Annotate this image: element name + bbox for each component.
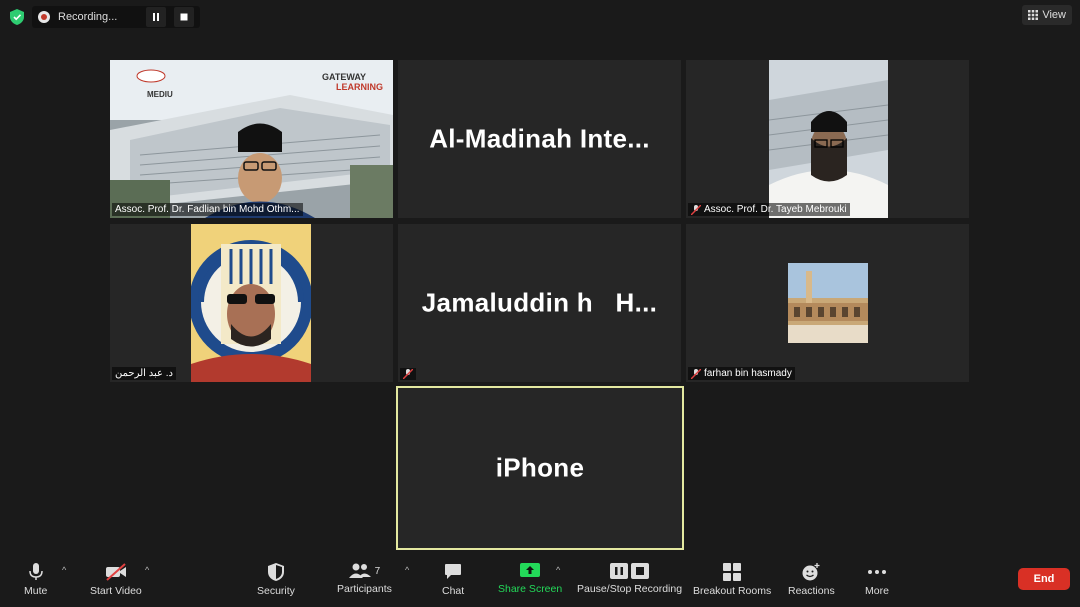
more-button[interactable]: More bbox=[865, 563, 889, 597]
participant-name: farhan bin hasmady bbox=[688, 367, 795, 380]
recording-label: Recording... bbox=[58, 11, 118, 23]
pause-icon bbox=[153, 13, 159, 21]
participant-name: Assoc. Prof. Dr. Tayeb Mebrouki bbox=[688, 203, 850, 216]
breakout-rooms-button[interactable]: Breakout Rooms bbox=[693, 563, 771, 597]
audio-options-caret[interactable]: ^ bbox=[62, 565, 66, 575]
video-off-icon bbox=[105, 563, 126, 581]
chat-button[interactable]: Chat bbox=[442, 563, 464, 597]
participant-display-name: iPhone bbox=[495, 452, 585, 483]
mute-button[interactable]: Mute bbox=[24, 563, 47, 597]
security-button[interactable]: Security bbox=[257, 563, 295, 597]
participants-options-caret[interactable]: ^ bbox=[405, 565, 409, 575]
pause-icon bbox=[610, 563, 629, 579]
participant-name: Assoc. Prof. Dr. Fadlian bin Mohd Othm..… bbox=[112, 203, 303, 216]
share-options-caret[interactable]: ^ bbox=[556, 565, 560, 575]
recording-bar: Recording... bbox=[8, 6, 200, 28]
pause-recording-button[interactable] bbox=[146, 7, 166, 27]
recording-indicator: Recording... bbox=[32, 6, 200, 28]
breakout-rooms-icon bbox=[723, 563, 742, 581]
stop-icon bbox=[180, 13, 188, 21]
participants-icon bbox=[348, 563, 371, 578]
muted-mic-icon bbox=[691, 368, 701, 379]
end-meeting-button[interactable]: End bbox=[1018, 568, 1070, 590]
participant-tile-1[interactable]: MEDIU GATEWAY LEARNING Assoc. Prof. Dr. … bbox=[110, 60, 393, 218]
participant-display-name: Al-Madinah Inte... bbox=[429, 123, 650, 154]
participant-tile-6[interactable]: farhan bin hasmady bbox=[686, 224, 969, 382]
profile-photo bbox=[788, 263, 868, 343]
grid-icon bbox=[1028, 10, 1039, 20]
view-button[interactable]: View bbox=[1022, 5, 1072, 25]
participant-tile-3[interactable]: Assoc. Prof. Dr. Tayeb Mebrouki bbox=[686, 60, 969, 218]
more-icon bbox=[867, 570, 886, 574]
muted-mic-icon bbox=[403, 369, 413, 379]
chat-icon bbox=[445, 564, 462, 579]
participants-button[interactable]: 7 Participants bbox=[337, 563, 392, 595]
participant-name: د. عبد الرحمن bbox=[112, 367, 176, 380]
participant-tile-4[interactable]: د. عبد الرحمن bbox=[110, 224, 393, 382]
stop-icon bbox=[631, 563, 650, 579]
video-feed bbox=[769, 60, 888, 218]
participant-tile-5[interactable]: Jamaluddin h H... bbox=[398, 224, 681, 382]
participants-count: 7 bbox=[374, 565, 381, 577]
shield-icon bbox=[267, 563, 284, 581]
reactions-button[interactable]: Reactions bbox=[788, 563, 835, 597]
banner-tagline-1: GATEWAY bbox=[322, 72, 367, 82]
start-video-button[interactable]: Start Video bbox=[90, 563, 142, 597]
profile-photo bbox=[191, 224, 311, 382]
muted-mic-icon bbox=[691, 204, 701, 215]
microphone-icon bbox=[28, 563, 43, 580]
shield-icon[interactable] bbox=[8, 8, 26, 26]
reactions-icon bbox=[802, 563, 820, 581]
share-screen-icon bbox=[520, 563, 541, 577]
participant-tile-2[interactable]: Al-Madinah Inte... bbox=[398, 60, 681, 218]
view-label: View bbox=[1042, 9, 1066, 21]
banner-tagline-2: LEARNING bbox=[336, 82, 383, 92]
record-icon bbox=[38, 11, 50, 23]
brand-logo: MEDIU bbox=[147, 90, 173, 99]
pause-stop-recording-button[interactable]: Pause/Stop Recording bbox=[577, 563, 682, 595]
stop-recording-button[interactable] bbox=[174, 7, 194, 27]
meeting-toolbar: Mute ^ Start Video ^ Security 7 Particip… bbox=[0, 555, 1080, 607]
participant-tile-7-active-speaker[interactable]: iPhone bbox=[396, 386, 684, 550]
video-options-caret[interactable]: ^ bbox=[145, 565, 149, 575]
share-screen-button[interactable]: Share Screen bbox=[498, 563, 562, 595]
participant-name bbox=[400, 368, 416, 380]
participant-display-name: Jamaluddin h H... bbox=[421, 287, 658, 318]
